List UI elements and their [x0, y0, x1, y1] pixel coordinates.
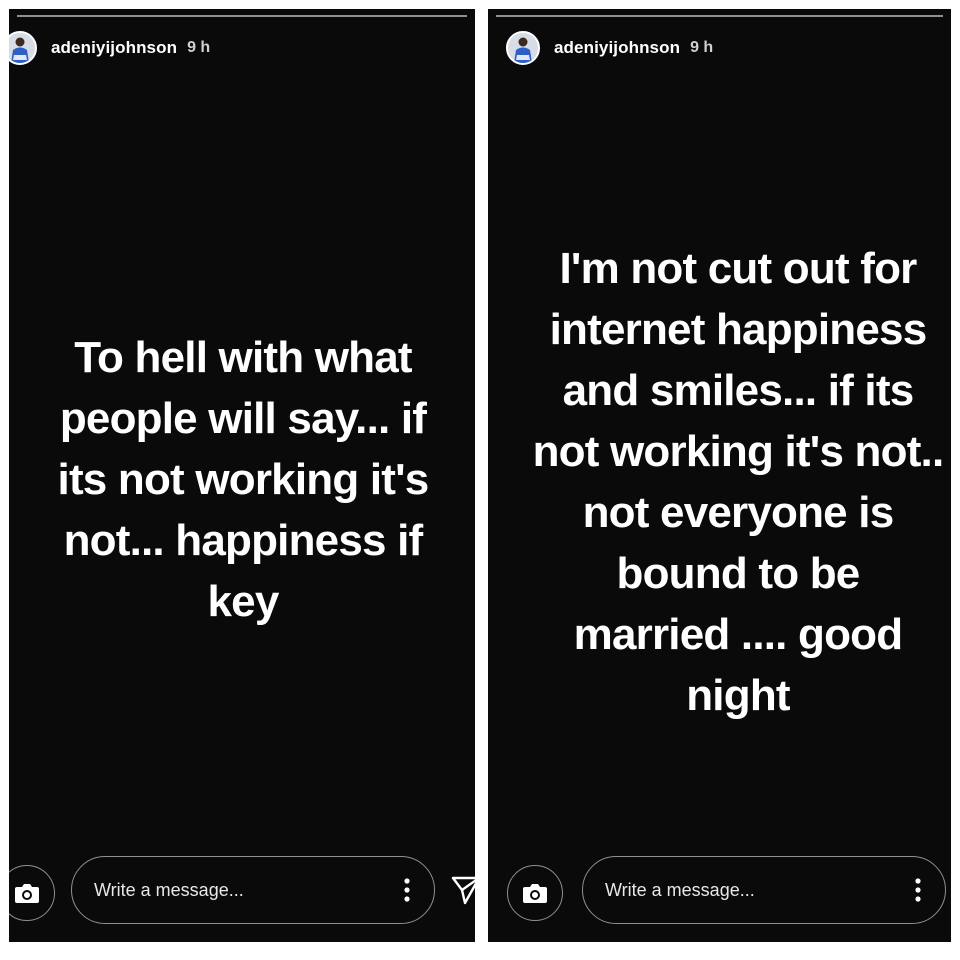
send-icon[interactable] [451, 875, 475, 905]
story-panel-left: adeniyijohnson 9 h To hell with what peo… [9, 9, 475, 942]
profile-avatar[interactable] [9, 31, 37, 65]
message-placeholder: Write a message... [605, 879, 755, 900]
more-options-icon[interactable] [404, 878, 410, 902]
username[interactable]: adeniyijohnson [51, 38, 177, 58]
message-input[interactable]: Write a message... [71, 856, 435, 924]
story-panel-right: adeniyijohnson 9 h I'm not cut out for i… [488, 9, 951, 942]
story-header: adeniyijohnson 9 h [488, 28, 951, 68]
camera-icon [15, 884, 39, 903]
story-header: adeniyijohnson 9 h [9, 28, 475, 68]
post-time: 9 h [187, 39, 211, 56]
message-placeholder: Write a message... [94, 879, 244, 900]
username[interactable]: adeniyijohnson [554, 38, 680, 58]
camera-button[interactable] [9, 865, 55, 921]
story-text: To hell with what people will say... if … [57, 333, 430, 626]
story-progress-bar [17, 15, 467, 17]
profile-avatar[interactable] [506, 31, 540, 65]
camera-button[interactable] [507, 865, 563, 921]
story-text: I'm not cut out for internet happiness a… [532, 244, 945, 720]
story-progress-bar [496, 15, 943, 17]
post-time: 9 h [690, 39, 714, 56]
camera-icon [523, 884, 547, 903]
message-input[interactable]: Write a message... [582, 856, 946, 924]
more-options-icon[interactable] [915, 878, 921, 902]
